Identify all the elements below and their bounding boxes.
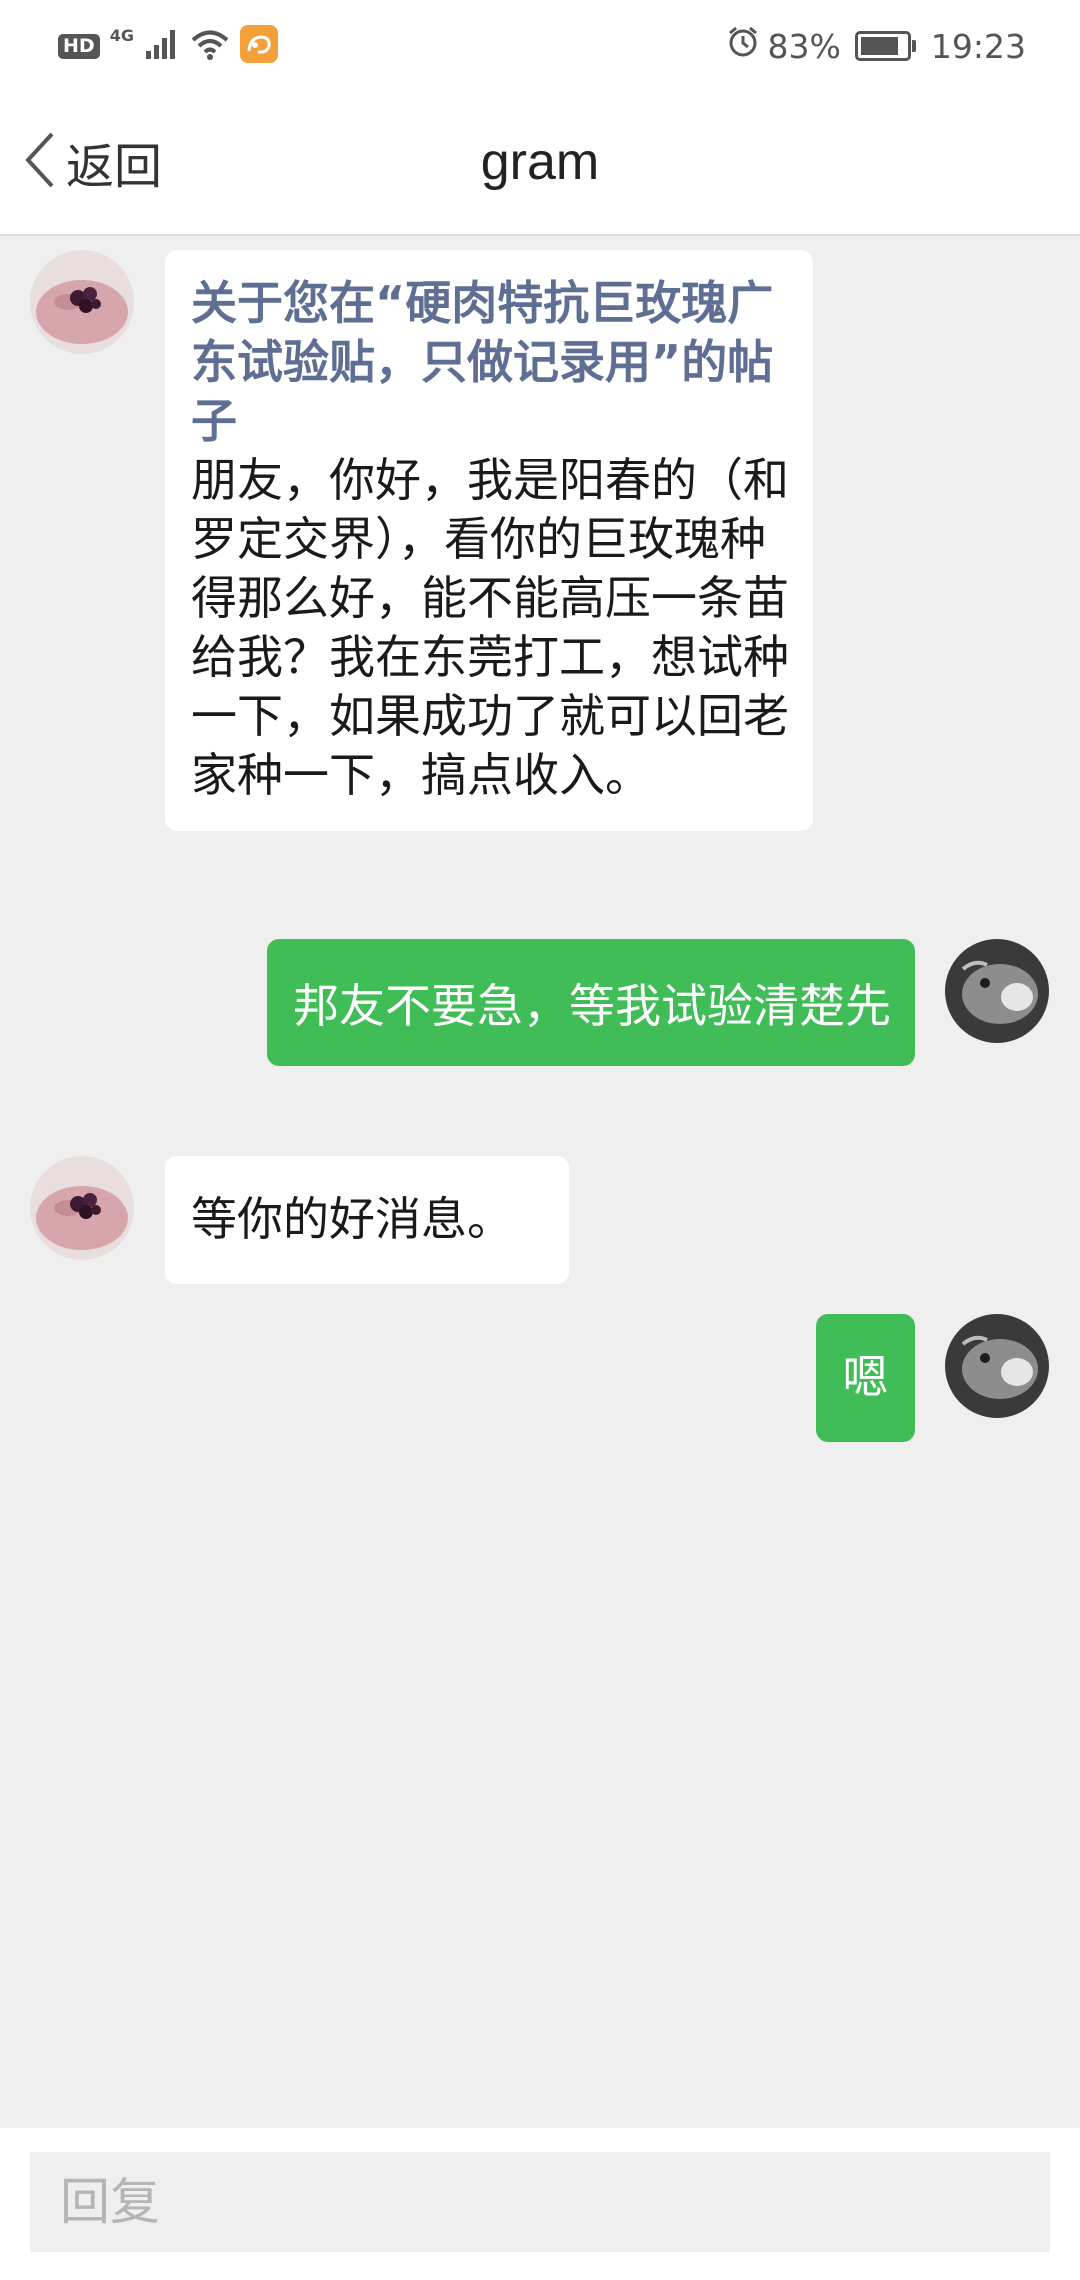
battery-fill bbox=[860, 37, 898, 55]
message-text: 嗯 bbox=[842, 1350, 889, 1404]
message-bubble-outgoing[interactable]: 邦友不要急，等我试验清楚先 bbox=[267, 939, 915, 1066]
avatar-self[interactable] bbox=[945, 1314, 1049, 1418]
post-topic-link[interactable]: 关于您在“硬肉特抗巨玫瑰广东试验贴，只做记录用”的帖子 bbox=[191, 274, 789, 451]
message-bubble-incoming[interactable]: 关于您在“硬肉特抗巨玫瑰广东试验贴，只做记录用”的帖子 朋友，你好，我是阳春的（… bbox=[165, 250, 813, 831]
message-bubble-incoming[interactable]: 等你的好消息。 bbox=[165, 1156, 569, 1284]
page-title: gram bbox=[480, 133, 600, 191]
avatar-other-user[interactable] bbox=[30, 1156, 134, 1260]
status-right: 83% 19:23 bbox=[726, 20, 1026, 72]
clock: 19:23 bbox=[930, 26, 1026, 66]
status-left: HD 4G bbox=[58, 24, 278, 68]
battery-icon bbox=[854, 31, 916, 61]
message-text: 等你的好消息。 bbox=[191, 1192, 513, 1246]
avatar-self[interactable] bbox=[945, 939, 1049, 1043]
message-text: 邦友不要急，等我试验清楚先 bbox=[293, 979, 891, 1033]
uc-browser-icon bbox=[239, 25, 278, 67]
hd-badge: HD bbox=[58, 33, 100, 59]
alarm-icon bbox=[726, 25, 760, 67]
chat-area[interactable]: 关于您在“硬肉特抗巨玫瑰广东试验贴，只做记录用”的帖子 朋友，你好，我是阳春的（… bbox=[0, 236, 1080, 2126]
reply-bar bbox=[0, 2128, 1080, 2280]
message-bubble-outgoing[interactable]: 嗯 bbox=[816, 1314, 915, 1442]
avatar-other-user[interactable] bbox=[30, 250, 134, 354]
battery-percent: 83% bbox=[767, 26, 841, 66]
network-label: 4G bbox=[109, 26, 134, 45]
nav-bar: 返回 gram bbox=[0, 92, 1080, 236]
message-text: 朋友，你好，我是阳春的（和罗定交界），看你的巨玫瑰种得那么好，能不能高压一条苗给… bbox=[191, 453, 789, 802]
signal-icon bbox=[144, 27, 180, 65]
status-bar: HD 4G 83% 19:23 bbox=[0, 0, 1080, 92]
reply-input[interactable] bbox=[30, 2152, 1050, 2252]
wifi-icon bbox=[190, 27, 230, 65]
